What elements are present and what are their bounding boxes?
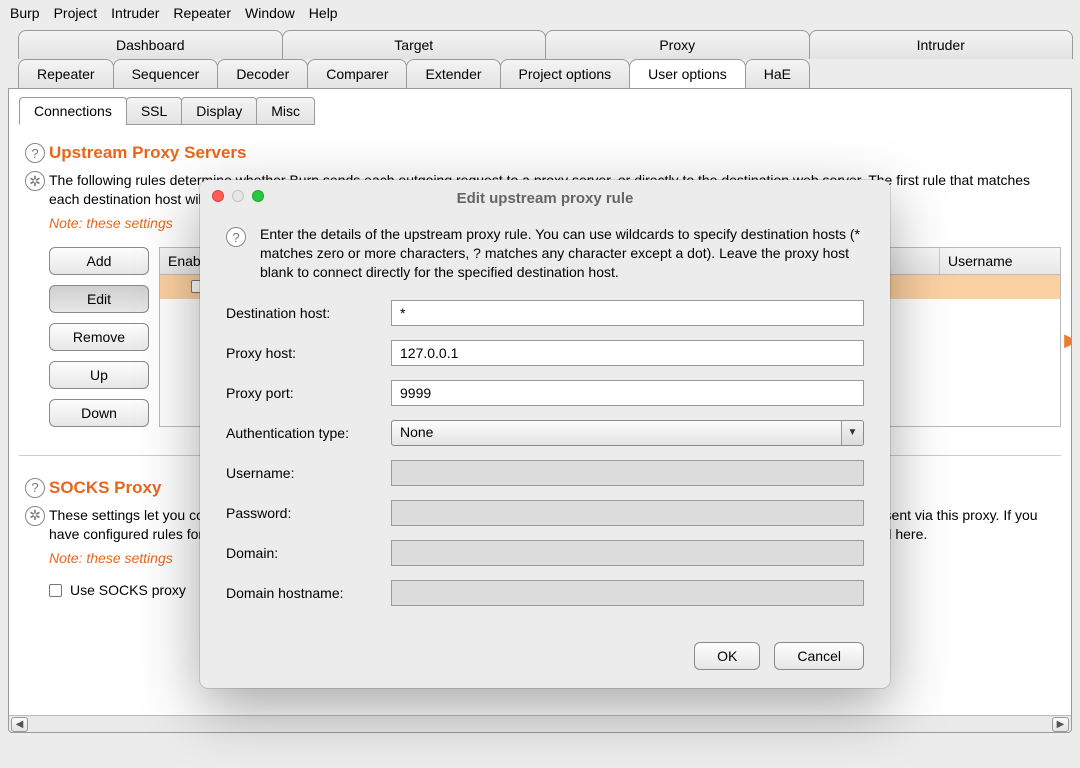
gear-icon[interactable]: ✲ <box>25 506 45 526</box>
help-icon[interactable]: ? <box>25 143 45 163</box>
dest-host-label: Destination host: <box>226 305 391 321</box>
username-label: Username: <box>226 465 391 481</box>
subtab-connections[interactable]: Connections <box>19 97 127 125</box>
minimize-icon <box>232 190 244 202</box>
proxy-port-label: Proxy port: <box>226 385 391 401</box>
section-heading-upstream: Upstream Proxy Servers <box>49 143 1061 163</box>
domain-hostname-label: Domain hostname: <box>226 585 391 601</box>
th-user[interactable]: Username <box>940 248 1060 274</box>
auth-type-value: None <box>400 424 433 440</box>
dialog-title-text: Edit upstream proxy rule <box>457 190 634 207</box>
gear-icon[interactable]: ✲ <box>25 171 45 191</box>
up-button[interactable]: Up <box>49 361 149 389</box>
dialog-title: Edit upstream proxy rule <box>200 180 890 215</box>
menu-repeater[interactable]: Repeater <box>173 5 231 21</box>
scroll-left-icon[interactable]: ◀ <box>11 717 28 732</box>
close-icon[interactable] <box>212 190 224 202</box>
proxy-host-label: Proxy host: <box>226 345 391 361</box>
tab-user-options[interactable]: User options <box>629 59 746 88</box>
proxy-host-input[interactable] <box>391 340 864 366</box>
edit-button[interactable]: Edit <box>49 285 149 313</box>
zoom-icon[interactable] <box>252 190 264 202</box>
expand-caret-icon[interactable]: ▶ <box>1064 330 1072 351</box>
menubar[interactable]: Burp Project Intruder Repeater Window He… <box>0 0 1080 26</box>
tab-proxy[interactable]: Proxy <box>545 30 810 59</box>
menu-project[interactable]: Project <box>54 5 98 21</box>
subtab-misc[interactable]: Misc <box>256 97 315 125</box>
domain-hostname-input <box>391 580 864 606</box>
subtab-ssl[interactable]: SSL <box>126 97 182 125</box>
add-button[interactable]: Add <box>49 247 149 275</box>
tab-extender[interactable]: Extender <box>406 59 500 88</box>
edit-upstream-dialog: Edit upstream proxy rule ? Enter the det… <box>200 180 890 688</box>
chevron-down-icon: ▼ <box>841 421 863 445</box>
help-icon[interactable]: ? <box>226 227 246 247</box>
remove-button[interactable]: Remove <box>49 323 149 351</box>
horizontal-scrollbar[interactable]: ◀ ▶ <box>9 715 1071 732</box>
help-icon[interactable]: ? <box>25 478 45 498</box>
menu-window[interactable]: Window <box>245 5 295 21</box>
tab-project-options[interactable]: Project options <box>500 59 631 88</box>
ok-button[interactable]: OK <box>694 642 760 670</box>
username-input <box>391 460 864 486</box>
auth-type-select[interactable]: None ▼ <box>391 420 864 446</box>
tab-sequencer[interactable]: Sequencer <box>113 59 219 88</box>
password-input <box>391 500 864 526</box>
password-label: Password: <box>226 505 391 521</box>
proxy-port-input[interactable] <box>391 380 864 406</box>
auth-type-label: Authentication type: <box>226 425 391 441</box>
tab-intruder[interactable]: Intruder <box>809 30 1074 59</box>
subtab-display[interactable]: Display <box>181 97 257 125</box>
use-socks-checkbox[interactable] <box>49 584 62 597</box>
tab-dashboard[interactable]: Dashboard <box>18 30 283 59</box>
scroll-track[interactable] <box>30 718 1050 731</box>
scroll-right-icon[interactable]: ▶ <box>1052 717 1069 732</box>
use-socks-label: Use SOCKS proxy <box>70 582 186 598</box>
tab-comparer[interactable]: Comparer <box>307 59 407 88</box>
menu-burp[interactable]: Burp <box>10 5 40 21</box>
dest-host-input[interactable] <box>391 300 864 326</box>
cancel-button[interactable]: Cancel <box>774 642 864 670</box>
tab-hae[interactable]: HaE <box>745 59 810 88</box>
menu-intruder[interactable]: Intruder <box>111 5 159 21</box>
user-options-subtabs: Connections SSL Display Misc <box>19 97 1061 125</box>
down-button[interactable]: Down <box>49 399 149 427</box>
domain-label: Domain: <box>226 545 391 561</box>
tab-target[interactable]: Target <box>282 30 547 59</box>
tab-decoder[interactable]: Decoder <box>217 59 308 88</box>
tab-repeater[interactable]: Repeater <box>18 59 114 88</box>
domain-input <box>391 540 864 566</box>
main-tabs: Dashboard Target Proxy Intruder Repeater… <box>0 26 1080 88</box>
menu-help[interactable]: Help <box>309 5 338 21</box>
dialog-help-text: Enter the details of the upstream proxy … <box>260 225 864 282</box>
upstream-buttons: Add Edit Remove Up Down <box>49 247 149 427</box>
window-controls <box>212 190 264 202</box>
